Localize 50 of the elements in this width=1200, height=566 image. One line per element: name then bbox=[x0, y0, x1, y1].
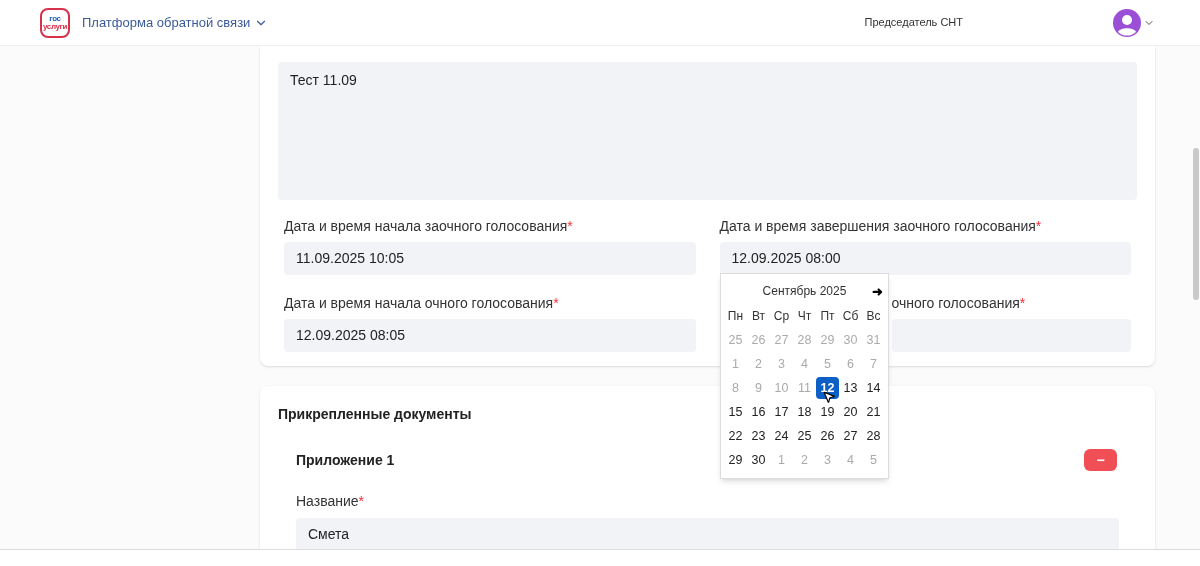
date-field[interactable]: 12.09.2025 08:00 bbox=[719, 242, 1131, 275]
calendar-day[interactable]: 18 bbox=[793, 401, 816, 423]
calendar-day[interactable]: 14 bbox=[862, 377, 885, 399]
weekday-label: Пт bbox=[819, 308, 836, 325]
calendar-day[interactable]: 15 bbox=[724, 401, 747, 423]
description-textarea[interactable]: Тест 11.09 bbox=[278, 62, 1137, 200]
calendar-day[interactable]: 25 bbox=[793, 425, 816, 447]
calendar-day[interactable]: 27 bbox=[839, 425, 862, 447]
calendar-day[interactable]: 20 bbox=[839, 401, 862, 423]
product-menu[interactable]: Платформа обратной связи bbox=[82, 12, 269, 33]
section-title: Прикрепленные документы bbox=[278, 405, 472, 424]
month-title: Сентябрь 2025 bbox=[762, 283, 847, 300]
avatar-icon bbox=[1113, 8, 1141, 37]
weekday-label: Вт bbox=[750, 308, 767, 325]
field-label: Дата и время начала заочного голосования* bbox=[284, 217, 574, 234]
avatar-menu[interactable] bbox=[1113, 8, 1155, 37]
calendar-day[interactable]: 26 bbox=[816, 425, 839, 447]
weekday-label: Чт bbox=[796, 308, 813, 325]
next-month-button[interactable]: ➜ bbox=[872, 284, 883, 298]
calendar-day[interactable]: 29 bbox=[724, 449, 747, 471]
calendar-day[interactable]: 24 bbox=[770, 425, 793, 447]
calendar-day[interactable]: 21 bbox=[862, 401, 885, 423]
calendar-day[interactable]: 19 bbox=[816, 401, 839, 423]
weekday-label: Сб bbox=[841, 308, 860, 325]
calendar-day[interactable]: 28 bbox=[862, 425, 885, 447]
name-field[interactable]: Смета bbox=[296, 518, 1119, 549]
field-label: Дата и время начала очного голосования* bbox=[284, 294, 560, 311]
calendar-day[interactable]: 23 bbox=[747, 425, 770, 447]
field-label: Дата и время завершения заочного голосования* bbox=[719, 217, 1043, 234]
weekday-label: Вс bbox=[865, 308, 882, 325]
calendar-day[interactable]: 22 bbox=[724, 425, 747, 447]
attachment-title: Приложение 1 bbox=[296, 450, 395, 470]
pointer-icon bbox=[822, 390, 836, 404]
calendar-day[interactable]: 30 bbox=[747, 449, 770, 471]
calendar-day[interactable]: 12 bbox=[816, 377, 839, 399]
scrollbar[interactable] bbox=[1193, 148, 1199, 300]
calendar-day[interactable]: 17 bbox=[770, 401, 793, 423]
date-field[interactable]: 11.09.2025 10:05 bbox=[284, 242, 696, 275]
calendar-day[interactable]: 16 bbox=[747, 401, 770, 423]
remove-button[interactable]: − bbox=[1084, 449, 1117, 471]
weekday-label: Пн bbox=[726, 308, 745, 325]
field-label: очного голосования* bbox=[890, 294, 1027, 311]
calendar-day[interactable]: 13 bbox=[839, 377, 862, 399]
user-role: Председатель СНТ bbox=[864, 15, 963, 31]
logo[interactable]: гос услуги bbox=[40, 7, 70, 38]
date-field[interactable]: 12.09.2025 08:05 bbox=[284, 319, 696, 352]
field-label: Название* bbox=[296, 492, 365, 511]
weekday-label: Ср bbox=[772, 308, 791, 325]
logo-text: гос bbox=[49, 14, 61, 23]
logo-text: услуги bbox=[43, 22, 67, 31]
